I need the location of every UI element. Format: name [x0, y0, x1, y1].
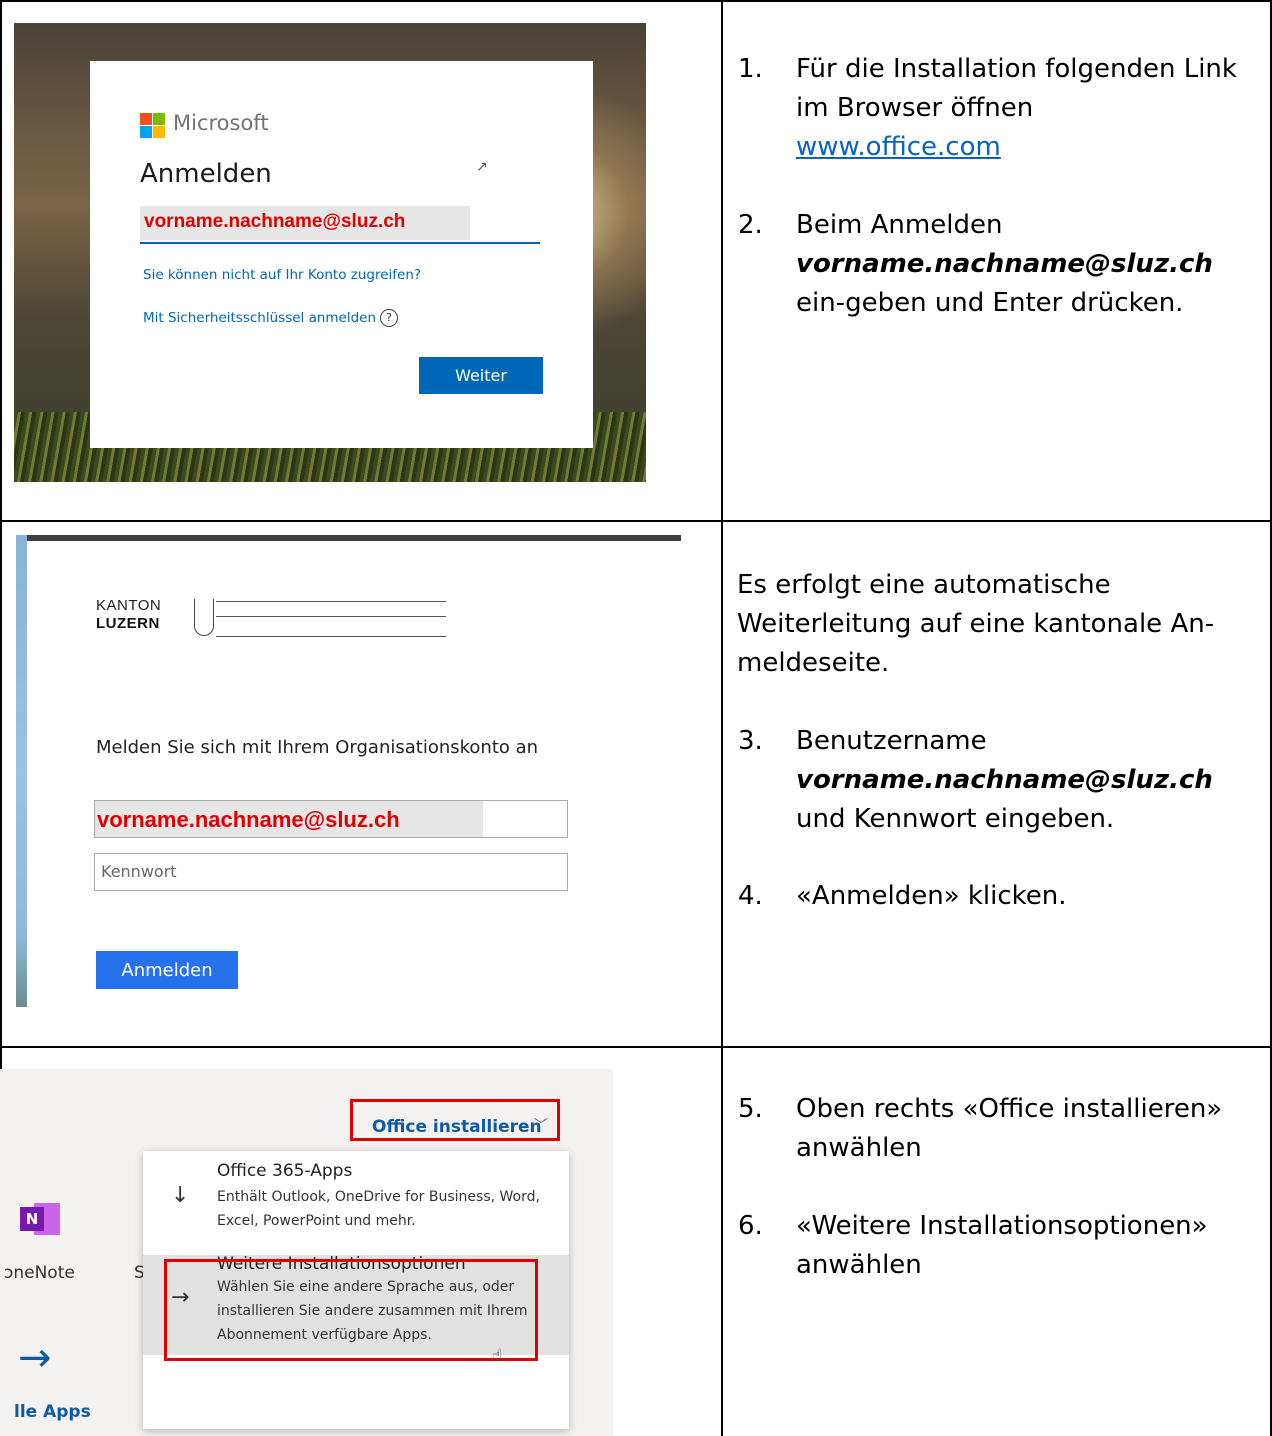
email-value: vorname.nachname@sluz.ch [144, 211, 406, 232]
chevron-down-icon: ﹀ [534, 1118, 548, 1134]
all-apps-link[interactable]: lle Apps [14, 1402, 91, 1422]
redirect-note: Es erfolgt eine automatische Weiterleitu… [737, 570, 1215, 678]
step-number: 1. [738, 54, 763, 84]
step-number: 5. [738, 1094, 763, 1124]
table-column-divider [721, 0, 723, 1436]
signin-card: Microsoft ↗ Anmelden vorname.nachname@sl… [90, 61, 593, 448]
step-text: Benutzername [796, 726, 987, 756]
step-number: 6. [738, 1211, 763, 1241]
step-number: 3. [738, 726, 763, 756]
step-text: Für die Installation folgenden Link im B… [796, 54, 1237, 123]
office-install-screenshot: N ɔneNote S → lle Apps Office installier… [0, 1069, 613, 1436]
logo-luzern-text: LUZERN [96, 615, 160, 632]
download-icon: ↓ [171, 1183, 190, 1208]
arrow-right-icon[interactable]: → [18, 1335, 52, 1381]
table-border-top [0, 0, 1272, 2]
step-text: «Weitere Installationsoptionen» anwählen [796, 1211, 1208, 1280]
security-key-signin-link[interactable]: Mit Sicherheitsschlüssel anmelden? [143, 309, 399, 327]
security-key-link-label: Mit Sicherheitsschlüssel anmelden [143, 310, 377, 326]
step-number: 2. [738, 210, 763, 240]
onenote-label: ɔneNote [4, 1263, 75, 1283]
mouse-pointer-icon: ↗ [476, 159, 488, 175]
office-com-link[interactable]: www.office.com [796, 132, 1001, 162]
table-row-divider-1 [0, 520, 1272, 522]
kanton-signin-screenshot: KANTON LUZERN Melden Sie sich mit Ihrem … [16, 535, 681, 1007]
step-text-continued: und Kennwort eingeben. [796, 804, 1115, 834]
step-number: 4. [738, 881, 763, 911]
onenote-icon[interactable]: N [16, 1200, 62, 1238]
microsoft-signin-screenshot: Microsoft ↗ Anmelden vorname.nachname@sl… [14, 23, 646, 482]
microsoft-brand: Microsoft [173, 111, 269, 135]
signin-title: Anmelden [140, 159, 272, 189]
password-input[interactable]: Kennwort [94, 853, 568, 891]
step-text: Oben rechts «Office installieren» anwähl… [796, 1094, 1223, 1163]
hand-pointer-icon: ☝ [492, 1346, 503, 1366]
onenote-icon-letter: N [20, 1207, 44, 1231]
page-top-bar [16, 535, 681, 541]
highlight-box-options [164, 1259, 538, 1361]
menu-item-description: Enthält Outlook, OneDrive for Business, … [217, 1189, 540, 1229]
cant-access-account-link[interactable]: Sie können nicht auf Ihr Konto zugreifen… [143, 267, 421, 283]
table-row-divider-2 [0, 1046, 1272, 1048]
step-text-continued: ein-geben und Enter drücken. [796, 288, 1184, 318]
menu-item-title: Office 365-Apps [217, 1161, 353, 1181]
email-emphasis: vorname.nachname@sluz.ch [796, 249, 1213, 279]
org-signin-prompt: Melden Sie sich mit Ihrem Organisationsk… [96, 737, 539, 758]
logo-lines [216, 601, 446, 637]
username-value: vorname.nachname@sluz.ch [97, 807, 400, 832]
microsoft-logo-icon [140, 113, 166, 139]
logo-kanton-text: KANTON [96, 597, 162, 614]
signin-button[interactable]: Anmelden [96, 951, 238, 989]
step-text: «Anmelden» klicken. [796, 881, 1067, 911]
help-icon[interactable]: ? [380, 309, 399, 327]
logo-shield-icon [194, 599, 214, 636]
next-button[interactable]: Weiter [419, 357, 543, 394]
username-input[interactable]: vorname.nachname@sluz.ch [94, 800, 568, 838]
menu-item-office365-apps[interactable]: ↓ Office 365-Apps Enthält Outlook, OneDr… [143, 1151, 569, 1255]
email-input[interactable]: vorname.nachname@sluz.ch [140, 206, 540, 244]
email-emphasis: vorname.nachname@sluz.ch [796, 765, 1213, 795]
install-office-button[interactable]: Office installieren [372, 1117, 542, 1137]
step-text: Beim Anmelden [796, 210, 1003, 240]
background-strip [16, 535, 27, 1007]
